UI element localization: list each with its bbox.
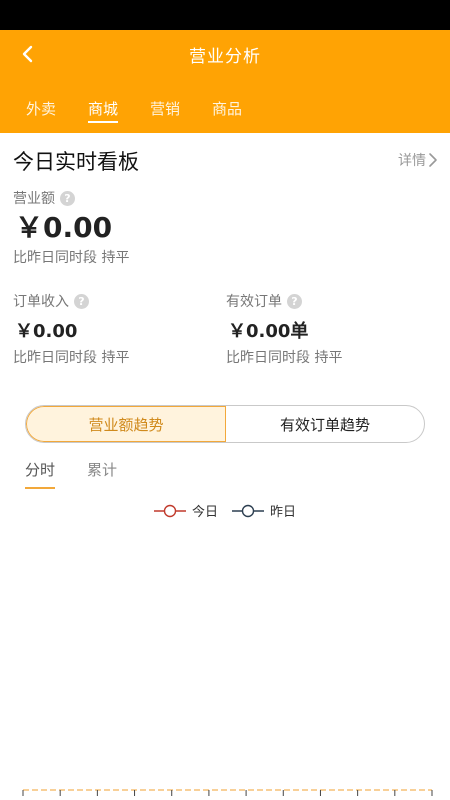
trend-segment-control: 营业额趋势 有效订单趋势 <box>25 405 425 443</box>
valid-orders-trend-button[interactable]: 有效订单趋势 <box>226 406 424 442</box>
order-income-label-row: 订单收入 ? <box>13 291 89 311</box>
revenue-trend-button[interactable]: 营业额趋势 <box>26 406 226 442</box>
sub-tab-cumulative[interactable]: 累计 <box>87 459 117 489</box>
legend-yesterday-label: 昨日 <box>270 505 297 520</box>
help-icon[interactable]: ? <box>287 293 302 309</box>
help-icon[interactable]: ? <box>74 293 89 309</box>
tab-bar: 外卖 商城 营销 商品 <box>0 92 248 133</box>
revenue-compare: 比昨日同时段 持平 <box>13 250 130 266</box>
revenue-label: 营业额 <box>13 191 55 207</box>
header: 营业分析 外卖 商城 营销 商品 <box>0 30 450 133</box>
order-income-label: 订单收入 <box>13 294 69 310</box>
sub-tab-bar: 分时 累计 <box>25 459 149 489</box>
detail-label: 详情 <box>398 153 426 169</box>
valid-orders-compare: 比昨日同时段 持平 <box>226 350 343 366</box>
chevron-right-icon <box>429 153 437 167</box>
chart-legend: 今日 昨日 <box>0 501 450 520</box>
tab-marketing[interactable]: 营销 <box>150 92 180 133</box>
legend-today-label: 今日 <box>191 505 218 520</box>
chart-ticks <box>22 790 433 796</box>
tab-products[interactable]: 商品 <box>212 92 242 133</box>
main-content: 今日实时看板 详情 营业额 ? ￥0.00 比昨日同时段 持平 订单收入 ? ￥… <box>0 133 450 800</box>
legend-item-today[interactable]: 今日 <box>153 501 218 520</box>
revenue-value: ￥0.00 <box>15 211 113 244</box>
back-button[interactable] <box>14 40 42 68</box>
sub-tab-hourly[interactable]: 分时 <box>25 459 56 489</box>
tab-takeout[interactable]: 外卖 <box>26 92 56 133</box>
page-title: 营业分析 <box>189 46 261 67</box>
tab-mall[interactable]: 商城 <box>88 92 119 133</box>
board-title: 今日实时看板 <box>13 150 139 174</box>
status-bar <box>0 0 450 30</box>
legend-today-marker-icon <box>153 504 186 517</box>
valid-orders-value: ￥0.00单 <box>228 321 309 342</box>
legend-item-yesterday[interactable]: 昨日 <box>232 501 296 520</box>
revenue-label-row: 营业额 ? <box>13 188 75 208</box>
chevron-left-icon <box>22 45 33 63</box>
order-income-value: ￥0.00 <box>15 321 78 342</box>
valid-orders-label: 有效订单 <box>226 294 282 310</box>
nav-bar: 营业分析 <box>0 30 450 78</box>
valid-orders-label-row: 有效订单 ? <box>226 291 302 311</box>
order-income-compare: 比昨日同时段 持平 <box>13 350 130 366</box>
help-icon[interactable]: ? <box>60 190 75 206</box>
detail-link[interactable]: 详情 <box>398 150 438 170</box>
legend-yesterday-marker-icon <box>232 504 264 517</box>
trend-chart <box>22 789 433 796</box>
